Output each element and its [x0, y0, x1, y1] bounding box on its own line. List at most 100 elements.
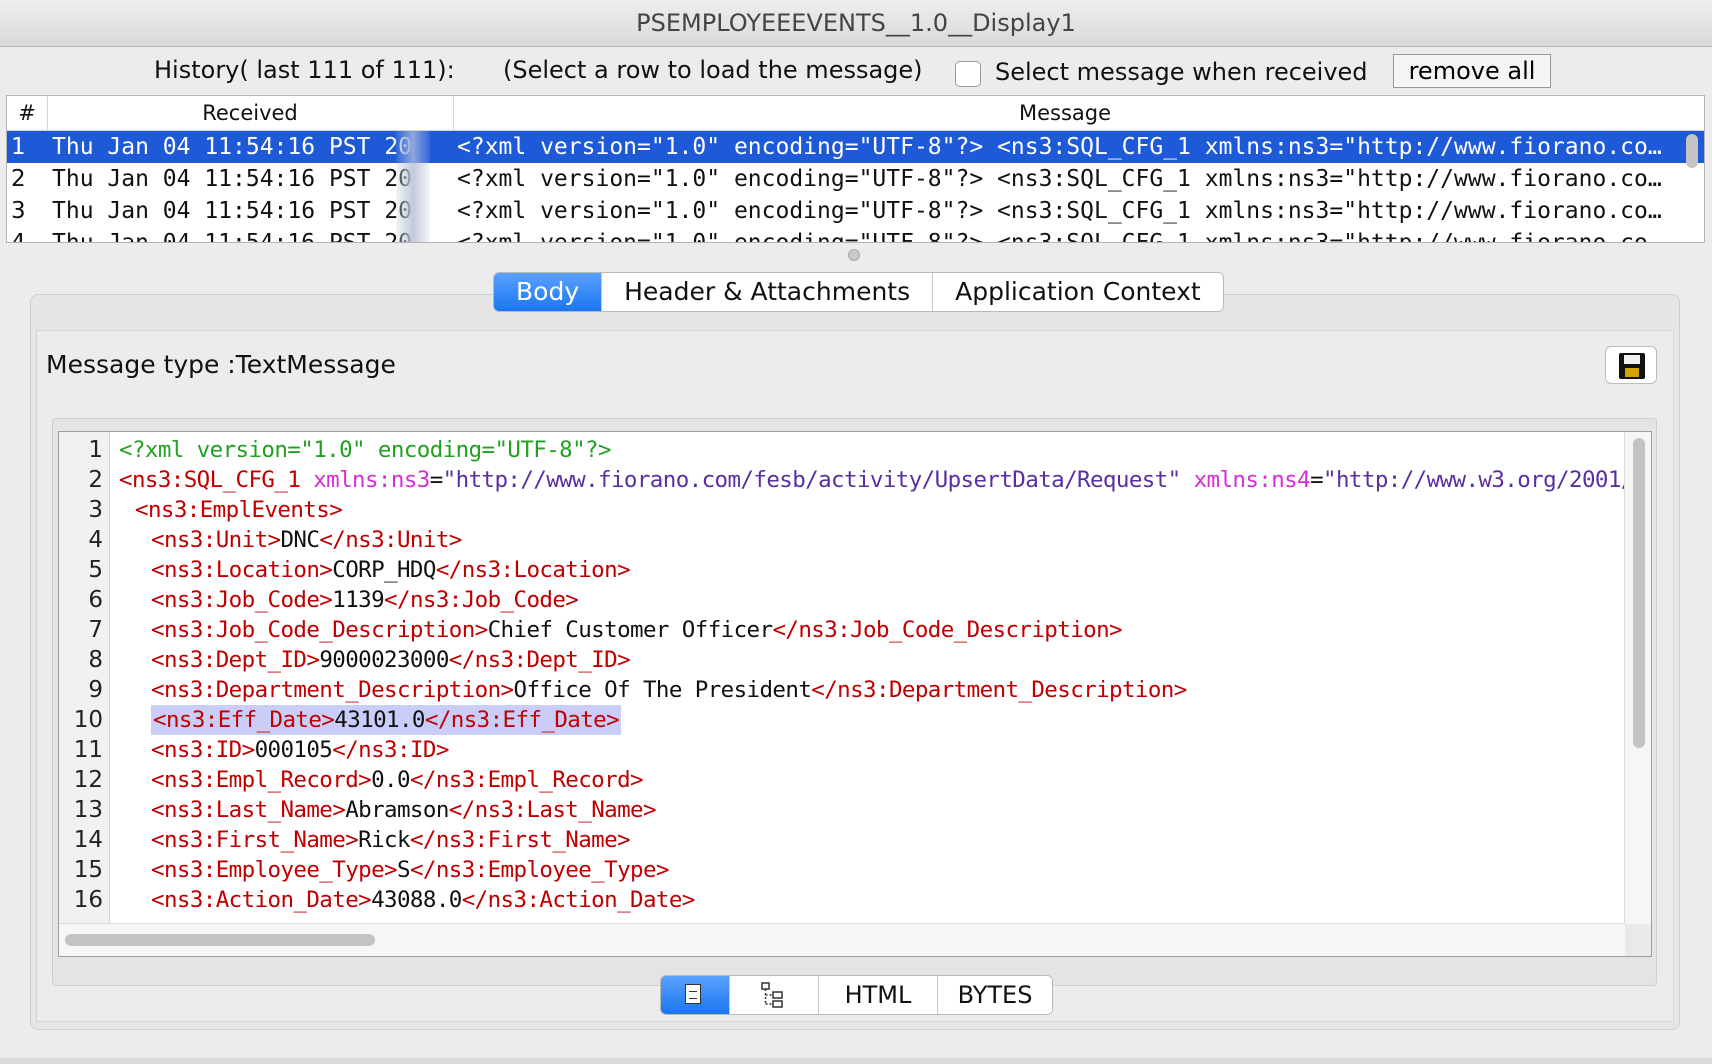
message-display-window: PSEMPLOYEEEVENTS__1.0__Display1 History(…: [0, 0, 1712, 1064]
code-content: <?xml version="1.0" encoding="UTF-8"?>: [119, 435, 612, 465]
xml-attribute-value: "http://www.fiorano.com/fesb/activity/Up…: [442, 467, 1182, 493]
code-line: 4 <ns3:Unit>DNC</ns3:Unit>: [59, 525, 1619, 555]
scrollbar-thumb[interactable]: [1633, 438, 1645, 748]
xml-text-value: 43088.0: [371, 887, 462, 913]
row-number: 4: [11, 230, 26, 243]
editor-horizontal-scrollbar[interactable]: [59, 923, 1625, 956]
code-content: <ns3:Last_Name>Abramson</ns3:Last_Name>: [151, 795, 657, 825]
history-scrollbar[interactable]: [1686, 134, 1698, 168]
html-view-button[interactable]: HTML: [819, 976, 938, 1014]
split-pane-divider[interactable]: [848, 249, 860, 261]
xml-open-tag: <ns3:Unit>: [151, 527, 281, 553]
select-when-received-checkbox[interactable]: [955, 61, 981, 87]
history-label: History( last 111 of 111):: [154, 56, 455, 84]
row-number: 3: [11, 198, 26, 224]
table-row[interactable]: 2 Thu Jan 04 11:54:16 PST 20 <?xml versi…: [7, 163, 1704, 195]
line-number: 14: [73, 827, 103, 853]
code-line: 12 <ns3:Empl_Record>0.0</ns3:Empl_Record>: [59, 765, 1619, 795]
xml-close-tag: </ns3:Eff_Date>: [424, 707, 620, 733]
redacted-blur: [396, 131, 430, 163]
code-content: <ns3:Job_Code_Description>Chief Customer…: [151, 615, 1123, 645]
tab-application-context[interactable]: Application Context: [933, 273, 1223, 311]
code-content: <ns3:SQL_CFG_1 xmlns:ns3="http://www.fio…: [119, 467, 1634, 493]
editor-vertical-scrollbar[interactable]: [1624, 432, 1651, 924]
code-content: <ns3:Employee_Type>S</ns3:Employee_Type>: [151, 855, 669, 885]
code-line: 2 <ns3:SQL_CFG_1 xmlns:ns3="http://www.fi…: [59, 465, 1634, 495]
tab-header-attachments[interactable]: Header & Attachments: [602, 273, 934, 311]
xml-text-value: 0.0: [371, 767, 410, 793]
row-received: Thu Jan 04 11:54:16 PST 20: [52, 230, 413, 243]
line-number: 2: [88, 467, 103, 493]
code-content: <ns3:Dept_ID>9000023000</ns3:Dept_ID>: [151, 645, 631, 675]
text-view-button[interactable]: [661, 976, 730, 1014]
remove-all-button[interactable]: remove all: [1393, 54, 1551, 88]
code-line: 9 <ns3:Department_Description>Office Of T…: [59, 675, 1619, 705]
message-type-label: Message type :TextMessage: [46, 350, 396, 379]
code-line: 8 <ns3:Dept_ID>9000023000</ns3:Dept_ID>: [59, 645, 1619, 675]
code-line: 1 <?xml version="1.0" encoding="UTF-8"?>: [59, 435, 1619, 465]
xml-text-value: Rick: [358, 827, 410, 853]
xml-open-tag: <ns3:Dept_ID>: [151, 647, 320, 673]
tab-body[interactable]: Body: [494, 273, 603, 311]
view-mode-toggle: HTML BYTES: [660, 975, 1053, 1015]
code-content: <ns3:Action_Date>43088.0</ns3:Action_Dat…: [151, 885, 695, 915]
code-content: <ns3:Department_Description>Office Of Th…: [151, 675, 1187, 705]
xml-close-tag: </ns3:Job_Code>: [384, 587, 579, 613]
xml-text-value: 000105: [254, 737, 333, 763]
xml-open-tag: <ns3:ID>: [151, 737, 255, 763]
xml-open-tag: <ns3:Empl_Record>: [151, 767, 372, 793]
row-message: <?xml version="1.0" encoding="UTF-8"?> <…: [457, 134, 1672, 160]
table-row[interactable]: 1 Thu Jan 04 11:54:16 PST 20 <?xml versi…: [7, 131, 1704, 163]
xml-text-value: 43101.0: [334, 707, 425, 733]
line-number: 15: [73, 857, 103, 883]
xml-attribute-name: xmlns:ns3: [313, 467, 430, 493]
scrollbar-thumb[interactable]: [65, 934, 375, 946]
history-toolbar: History( last 111 of 111): (Select a row…: [0, 52, 1712, 92]
xml-text-value: Office Of The President: [513, 677, 812, 703]
column-header-message[interactable]: Message: [453, 96, 1677, 130]
code-line: 6 <ns3:Job_Code>1139</ns3:Job_Code>: [59, 585, 1619, 615]
line-number: 4: [88, 527, 103, 553]
table-row[interactable]: 3 Thu Jan 04 11:54:16 PST 20 <?xml versi…: [7, 195, 1704, 227]
xml-open-tag: <ns3:Job_Code_Description>: [151, 617, 488, 643]
bytes-view-button[interactable]: BYTES: [938, 976, 1052, 1014]
xml-open-tag: <ns3:Last_Name>: [151, 797, 346, 823]
code-lines: 1 <?xml version="1.0" encoding="UTF-8"?> 2…: [59, 435, 1635, 915]
xml-open-tag: <ns3:Action_Date>: [151, 887, 372, 913]
row-message: <?xml version="1.0" encoding="UTF-8"?> <…: [457, 166, 1672, 192]
xml-editor[interactable]: 1 <?xml version="1.0" encoding="UTF-8"?> 2…: [58, 431, 1652, 957]
xml-open-tag: <ns3:Department_Description>: [151, 677, 514, 703]
xml-close-tag: </ns3:ID>: [332, 737, 449, 763]
redacted-blur: [396, 195, 430, 227]
history-table[interactable]: # Received Message 1 Thu Jan 04 11:54:16…: [6, 95, 1705, 243]
code-line: 3 <ns3:EmplEvents>: [59, 495, 1619, 525]
status-bar: [0, 1058, 1712, 1064]
row-received: Thu Jan 04 11:54:16 PST 20: [52, 134, 413, 160]
column-header-received[interactable]: Received: [47, 96, 454, 130]
row-message: <?xml version="1.0" encoding="UTF-8"?> <…: [457, 198, 1672, 224]
xml-attribute-value: "http://www.w3.org/2001/: [1323, 467, 1634, 493]
xml-text-value: 9000023000: [319, 647, 449, 673]
tree-view-button[interactable]: [730, 976, 819, 1014]
xml-text-value: 1139: [332, 587, 385, 613]
line-number: 13: [73, 797, 103, 823]
row-number: 1: [11, 134, 26, 160]
code-content: <ns3:Empl_Record>0.0</ns3:Empl_Record>: [151, 765, 644, 795]
xml-text-value: Abramson: [345, 797, 449, 823]
column-header-number[interactable]: #: [7, 96, 48, 130]
select-when-received-label[interactable]: Select message when received: [995, 58, 1368, 86]
code-content: <ns3:Eff_Date>43101.0</ns3:Eff_Date>: [151, 705, 622, 735]
xml-attribute-name: xmlns:ns4: [1193, 467, 1311, 493]
xml-close-tag: </ns3:Last_Name>: [448, 797, 657, 823]
save-button[interactable]: [1605, 346, 1657, 384]
line-number: 3: [88, 497, 103, 523]
xml-text-value: Chief Customer Officer: [487, 617, 773, 643]
code-content: <ns3:Location>CORP_HDQ</ns3:Location>: [151, 555, 631, 585]
window-title: PSEMPLOYEEEVENTS__1.0__Display1: [0, 0, 1712, 47]
line-number: 8: [88, 647, 103, 673]
code-line: 7 <ns3:Job_Code_Description>Chief Custome…: [59, 615, 1619, 645]
xml-close-tag: </ns3:Empl_Record>: [409, 767, 644, 793]
code-line: 14 <ns3:First_Name>Rick</ns3:First_Name>: [59, 825, 1619, 855]
table-row[interactable]: 4 Thu Jan 04 11:54:16 PST 20 <?xml versi…: [7, 227, 1704, 243]
xml-open-tag: <ns3:EmplEvents>: [135, 497, 343, 523]
